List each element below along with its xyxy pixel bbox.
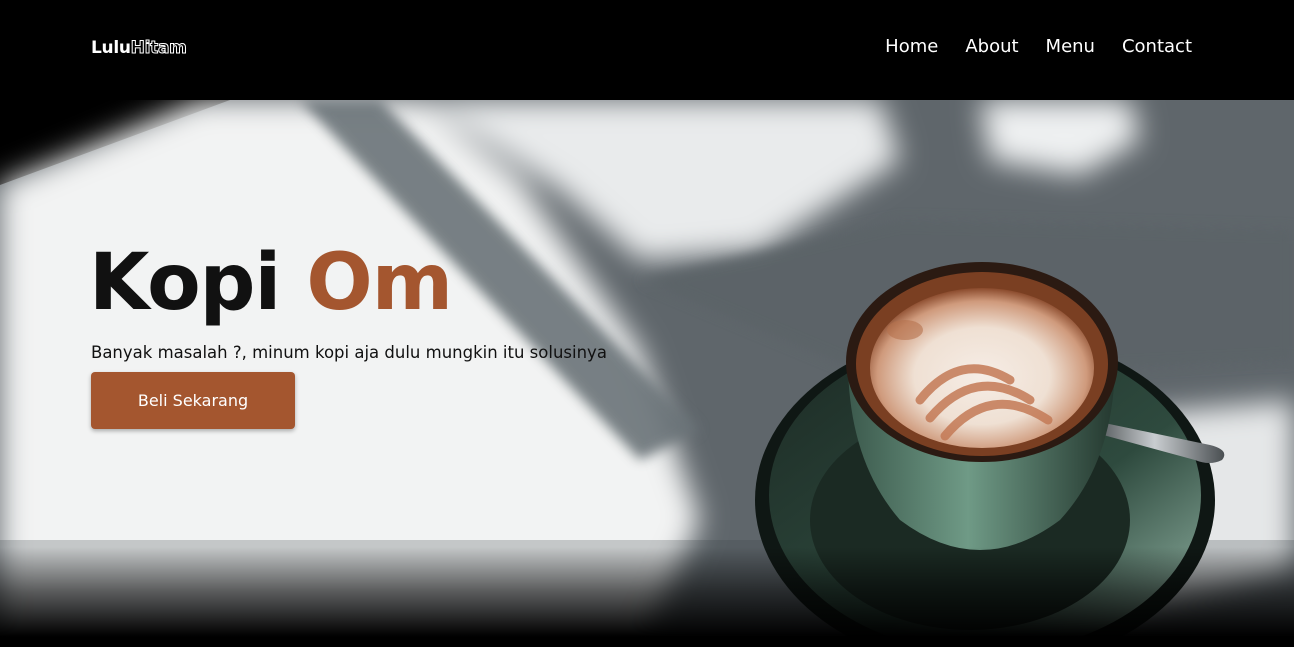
site-logo[interactable]: LuluHitam <box>91 38 187 59</box>
navbar: LuluHitam Home About Menu Contact <box>0 0 1294 100</box>
hero-bottom-fade <box>0 547 1294 647</box>
hero-title: Kopi Om <box>89 238 453 328</box>
logo-part-lulu: Lulu <box>91 38 131 58</box>
hero-subtitle: Banyak masalah ?, minum kopi aja dulu mu… <box>91 343 607 362</box>
hero-title-om: Om <box>306 238 453 328</box>
nav-link-contact[interactable]: Contact <box>1122 36 1192 57</box>
hero-section: Kopi Om Banyak masalah ?, minum kopi aja… <box>0 100 1294 647</box>
nav-link-menu[interactable]: Menu <box>1046 36 1095 57</box>
nav-link-about[interactable]: About <box>965 36 1018 57</box>
buy-now-button[interactable]: Beli Sekarang <box>91 372 295 429</box>
logo-part-hitam: Hitam <box>130 38 187 59</box>
hero-title-kopi: Kopi <box>89 238 281 328</box>
nav-link-home[interactable]: Home <box>885 36 938 57</box>
nav-links: Home About Menu Contact <box>885 36 1192 57</box>
